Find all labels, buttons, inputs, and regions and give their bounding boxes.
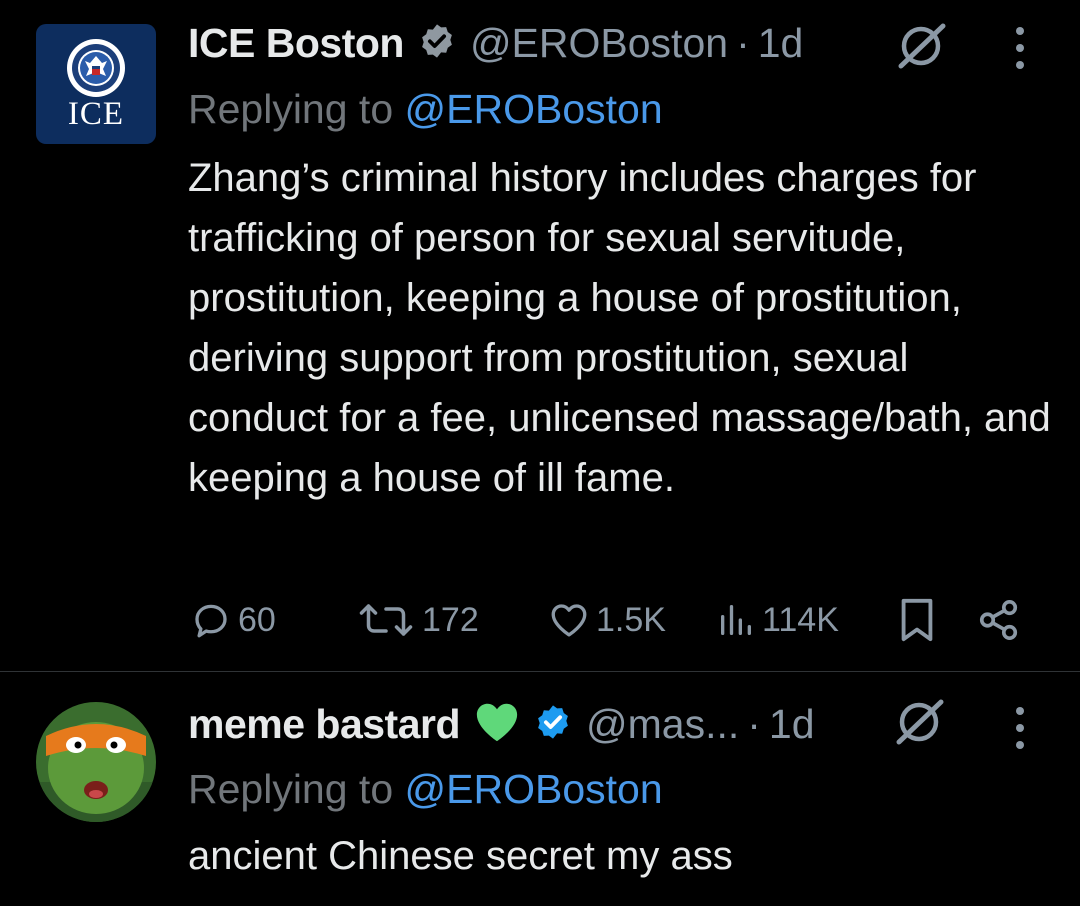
replying-to-mention[interactable]: @EROBoston (405, 86, 663, 132)
grok-icon[interactable] (893, 698, 947, 746)
bookmark-icon (901, 598, 933, 642)
retweet-button[interactable]: 172 (356, 592, 479, 648)
tweet[interactable]: ICE ICE Boston @EROBoston · 1d Replying … (0, 0, 1080, 672)
replying-to-label: Replying to (188, 766, 394, 812)
replying-to: Replying to @EROBoston (188, 766, 663, 813)
tweet-actions: 60 172 1.5K 114K (0, 592, 1080, 648)
reply-count: 60 (238, 600, 276, 639)
more-options-icon[interactable] (1015, 26, 1025, 70)
avatar-label: ICE (67, 96, 125, 132)
tweet-text: Zhang’s criminal history includes charge… (188, 156, 1051, 500)
avatar[interactable] (36, 702, 156, 822)
green-heart-icon (474, 700, 520, 749)
ninja-turtle-avatar (36, 702, 156, 822)
share-button[interactable] (976, 592, 1022, 648)
tweet-header: meme bastard @mas... · 1d (188, 699, 815, 749)
reply-button[interactable]: 60 (190, 592, 276, 648)
replying-to-label: Replying to (188, 86, 394, 132)
share-icon (979, 599, 1018, 641)
display-name[interactable]: ICE Boston (188, 20, 404, 67)
bookmark-button[interactable] (897, 592, 937, 648)
user-handle[interactable]: @mas... (586, 701, 739, 748)
grok-icon[interactable] (895, 22, 949, 70)
replying-to-mention[interactable]: @EROBoston (405, 766, 663, 812)
avatar[interactable]: ICE (36, 24, 156, 144)
tweet-header: ICE Boston @EROBoston · 1d (188, 18, 803, 68)
verified-badge-icon (418, 22, 456, 65)
retweet-icon (359, 604, 413, 636)
separator-dot: · (736, 19, 750, 66)
reply-icon (195, 604, 227, 638)
views-icon (721, 605, 751, 635)
like-count: 1.5K (596, 600, 666, 639)
replying-to: Replying to @EROBoston (188, 86, 663, 133)
retweet-count: 172 (422, 600, 479, 639)
verified-badge-icon (534, 703, 572, 746)
timestamp[interactable]: 1d (769, 701, 815, 748)
heart-icon (551, 604, 587, 637)
more-options-icon[interactable] (1015, 706, 1025, 750)
tweet-text: ancient Chinese secret my ass (188, 834, 733, 878)
separator-dot: · (747, 700, 761, 747)
views-button[interactable]: 114K (716, 592, 839, 648)
like-button[interactable]: 1.5K (548, 592, 666, 648)
display-name[interactable]: meme bastard (188, 701, 461, 748)
dhs-seal-icon (67, 39, 125, 97)
view-count: 114K (762, 600, 839, 639)
timestamp[interactable]: 1d (758, 20, 804, 67)
user-handle[interactable]: @EROBoston (470, 20, 728, 67)
